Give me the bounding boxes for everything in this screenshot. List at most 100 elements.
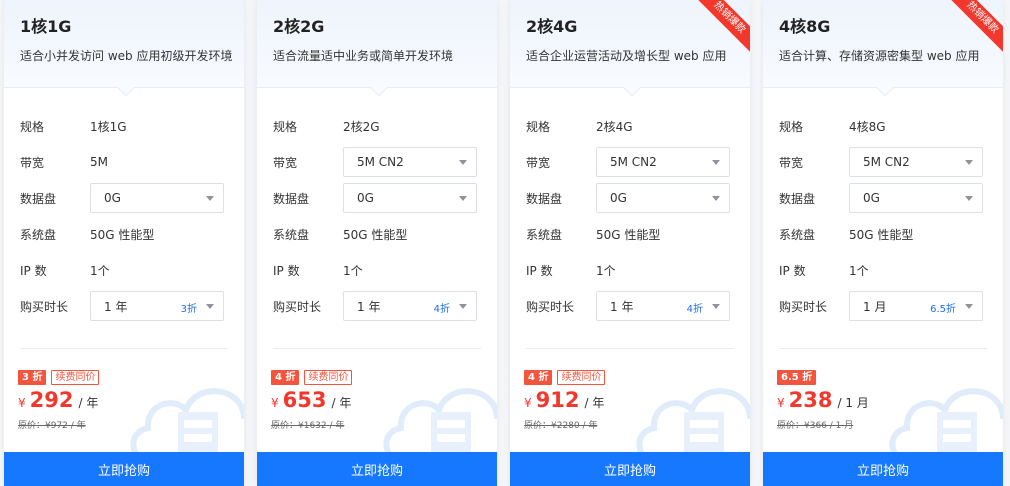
- duration-discount: 3折: [180, 304, 197, 315]
- system-disk-label: 系统盘: [779, 227, 816, 242]
- pricing-plans: 1核1G 适合小并发访问 web 应用初级开发环境 规格 1核1G 带宽 5M …: [0, 0, 1010, 486]
- duration-row: 购买时长 1 年 4折: [273, 288, 481, 324]
- original-price: 原价：¥2280 / 年: [524, 421, 598, 431]
- bandwidth-select-value: 5M CN2: [863, 155, 910, 169]
- plan-description: 适合小并发访问 web 应用初级开发环境: [20, 49, 233, 63]
- bandwidth-select[interactable]: 5M CN2: [849, 147, 983, 177]
- duration-select[interactable]: 1 年 4折: [596, 291, 730, 321]
- divider: [273, 348, 481, 349]
- plan-header: 4核8G 适合计算、存储资源密集型 web 应用 热销爆款: [763, 0, 1003, 97]
- spec-value: 2核4G: [596, 119, 633, 134]
- header-pointer: [623, 79, 641, 97]
- ip-row: IP 数 1个: [779, 252, 987, 288]
- duration-discount: 4折: [433, 304, 450, 315]
- renew-same-price-badge: 续费同价: [304, 370, 353, 385]
- chevron-down-icon: [965, 196, 973, 201]
- spec-row: 规格 2核2G: [273, 108, 481, 144]
- divider: [20, 348, 228, 349]
- spec-row: 规格 2核4G: [526, 108, 734, 144]
- spec-label: 规格: [779, 119, 804, 134]
- price: ¥ 292 / 年: [18, 388, 98, 412]
- data-disk-select[interactable]: 0G: [343, 183, 477, 213]
- ip-label: IP 数: [20, 263, 47, 278]
- system-disk-row: 系统盘 50G 性能型: [779, 216, 987, 252]
- header-pointer: [117, 79, 135, 97]
- hot-ribbon: 热销爆款: [686, 0, 750, 64]
- spec-label: 规格: [20, 119, 45, 134]
- ip-value: 1个: [343, 263, 363, 278]
- price-value: 653: [282, 388, 327, 412]
- plan-name: 1核1G: [20, 17, 72, 36]
- divider: [779, 348, 987, 349]
- currency-symbol: ¥: [524, 396, 532, 410]
- buy-now-button[interactable]: 立即抢购: [510, 452, 750, 486]
- chevron-down-icon: [206, 196, 214, 201]
- chevron-down-icon: [459, 160, 467, 165]
- plan-specs: 规格 2核4G 带宽 5M CN2 数据盘 0G 系统盘 50G 性能型 IP …: [526, 108, 734, 324]
- bandwidth-label: 带宽: [20, 155, 45, 170]
- data-disk-select[interactable]: 0G: [596, 183, 730, 213]
- spec-label: 规格: [526, 119, 551, 134]
- duration-value: 1 年: [610, 299, 634, 314]
- hot-ribbon-label: 热销爆款: [692, 0, 750, 55]
- chevron-down-icon: [459, 304, 467, 309]
- price: ¥ 653 / 年: [271, 388, 351, 412]
- buy-now-button[interactable]: 立即抢购: [763, 452, 1003, 486]
- discount-badge: 6.5 折: [777, 370, 817, 385]
- plan-specs: 规格 4核8G 带宽 5M CN2 数据盘 0G 系统盘 50G 性能型 IP …: [779, 108, 987, 324]
- spec-row: 规格 4核8G: [779, 108, 987, 144]
- data-disk-row: 数据盘 0G: [779, 180, 987, 216]
- buy-now-button[interactable]: 立即抢购: [257, 452, 497, 486]
- duration-value: 1 月: [863, 299, 887, 314]
- price-value: 912: [535, 388, 580, 412]
- data-disk-select[interactable]: 0G: [90, 183, 224, 213]
- ip-row: IP 数 1个: [273, 252, 481, 288]
- price-unit: / 年: [78, 396, 99, 410]
- system-disk-label: 系统盘: [273, 227, 310, 242]
- duration-row: 购买时长 1 年 3折: [20, 288, 228, 324]
- chevron-down-icon: [712, 304, 720, 309]
- price-badges: 4 折 续费同价: [271, 370, 353, 385]
- bandwidth-row: 带宽 5M: [20, 144, 228, 180]
- duration-select[interactable]: 1 月 6.5折: [849, 291, 983, 321]
- ip-value: 1个: [596, 263, 616, 278]
- spec-value: 2核2G: [343, 119, 380, 134]
- data-disk-value: 0G: [104, 191, 121, 205]
- system-disk-row: 系统盘 50G 性能型: [273, 216, 481, 252]
- system-disk-row: 系统盘 50G 性能型: [20, 216, 228, 252]
- system-disk-label: 系统盘: [526, 227, 563, 242]
- buy-now-button[interactable]: 立即抢购: [4, 452, 244, 486]
- price-value: 238: [788, 388, 833, 412]
- original-price: 原价：¥1632 / 年: [271, 421, 345, 431]
- currency-symbol: ¥: [18, 396, 26, 410]
- hot-ribbon: 热销爆款: [939, 0, 1003, 64]
- chevron-down-icon: [965, 160, 973, 165]
- duration-select[interactable]: 1 年 4折: [343, 291, 477, 321]
- data-disk-value: 0G: [357, 191, 374, 205]
- price-unit: / 年: [331, 396, 352, 410]
- system-disk-value: 50G 性能型: [596, 227, 661, 242]
- duration-select[interactable]: 1 年 3折: [90, 291, 224, 321]
- bandwidth-select[interactable]: 5M CN2: [343, 147, 477, 177]
- data-disk-value: 0G: [863, 191, 880, 205]
- plan-header: 1核1G 适合小并发访问 web 应用初级开发环境: [4, 0, 244, 97]
- bandwidth-select[interactable]: 5M CN2: [596, 147, 730, 177]
- price: ¥ 238 / 1 月: [777, 388, 869, 412]
- divider: [526, 348, 734, 349]
- duration-discount: 6.5折: [930, 304, 956, 315]
- duration-label: 购买时长: [273, 299, 322, 314]
- bandwidth-select-value: 5M CN2: [357, 155, 404, 169]
- system-disk-value: 50G 性能型: [343, 227, 408, 242]
- price-badges: 6.5 折: [777, 370, 817, 385]
- bandwidth-label: 带宽: [526, 155, 551, 170]
- plan-card-1: 1核1G 适合小并发访问 web 应用初级开发环境 规格 1核1G 带宽 5M …: [4, 0, 244, 486]
- bandwidth-row: 带宽 5M CN2: [526, 144, 734, 180]
- ip-label: IP 数: [779, 263, 806, 278]
- data-disk-select[interactable]: 0G: [849, 183, 983, 213]
- duration-value: 1 年: [104, 299, 128, 314]
- duration-label: 购买时长: [20, 299, 69, 314]
- data-disk-label: 数据盘: [779, 191, 816, 206]
- chevron-down-icon: [965, 304, 973, 309]
- chevron-down-icon: [712, 196, 720, 201]
- plan-header: 2核4G 适合企业运营活动及增长型 web 应用 热销爆款: [510, 0, 750, 97]
